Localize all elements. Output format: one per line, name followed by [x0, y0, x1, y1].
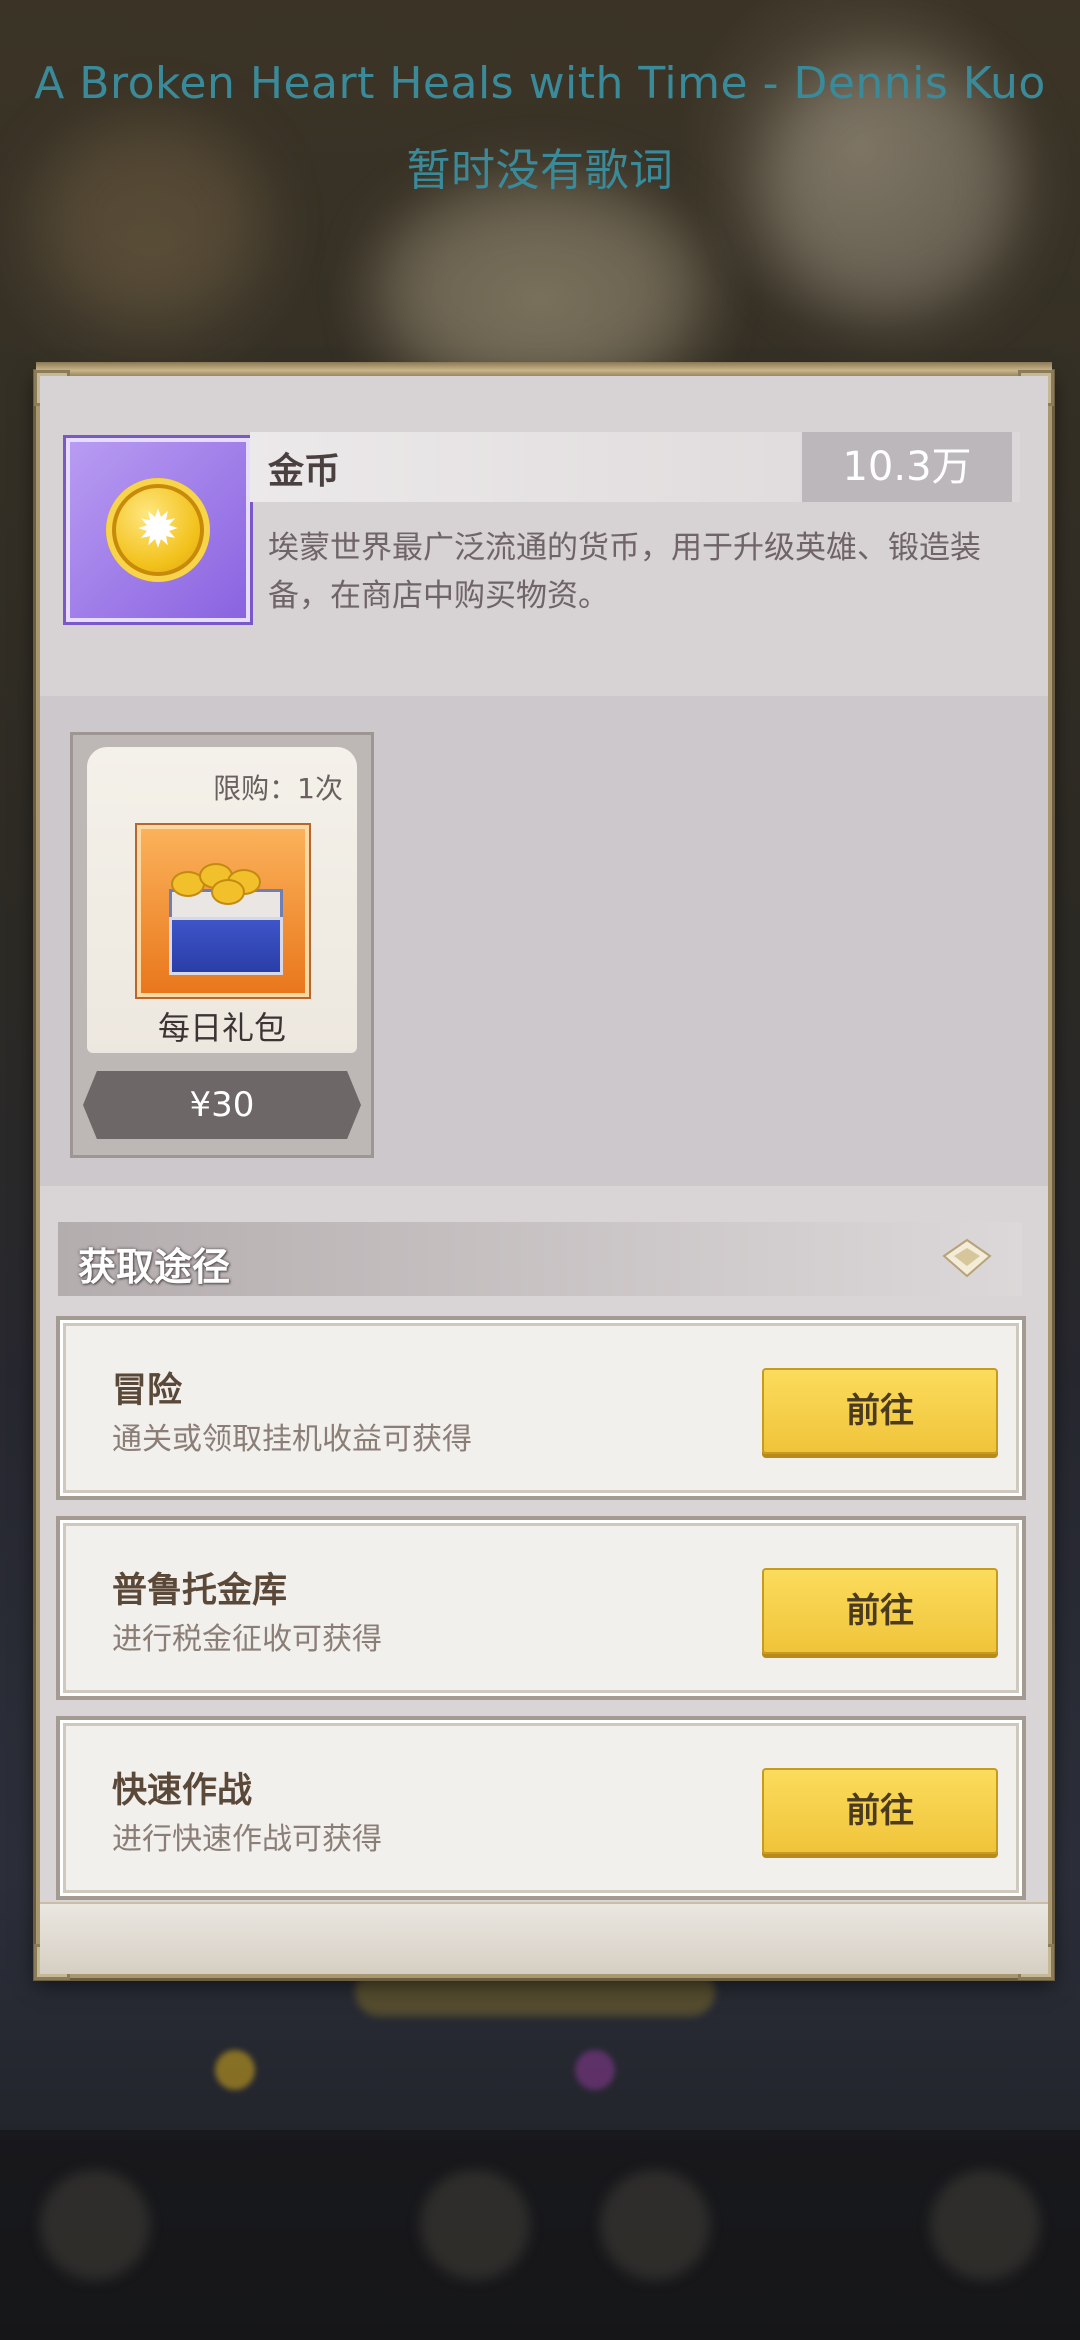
go-button-adventure[interactable]: 前往: [762, 1368, 998, 1454]
item-description: 埃蒙世界最广泛流通的货币，用于升级英雄、锻造装备，在商店中购买物资。: [268, 530, 981, 614]
item-quantity: 10.3万: [802, 432, 1012, 502]
daily-pack-card[interactable]: 限购：1次 每日礼包 ¥30: [70, 732, 374, 1158]
source-title: 冒险: [112, 1371, 183, 1411]
lyric-line: 暂时没有歌词: [406, 145, 674, 196]
background-bottom-nav: [0, 2130, 1080, 2340]
source-row-adventure: 冒险 通关或领取挂机收益可获得 前往: [56, 1316, 1026, 1500]
acquire-sources-header: 获取途径: [58, 1222, 1022, 1296]
source-title: 快速作战: [112, 1771, 253, 1811]
item-detail-panel: ✹ 金币 10.3万 埃蒙世界最广泛流通的货币，用于升级英雄、锻造装备，在商店中…: [34, 362, 1054, 1980]
acquire-sources-section: 获取途径 冒险 通关或领取挂机收益可获得 前往 普鲁托金库 进行税金征收可获得 …: [40, 1186, 1048, 1974]
source-row-pluto-vault: 普鲁托金库 进行税金征收可获得 前往: [56, 1516, 1026, 1700]
shop-section: 限购：1次 每日礼包 ¥30: [40, 696, 1048, 1186]
item-icon-frame: ✹: [66, 438, 250, 622]
background-dot: [575, 2050, 615, 2090]
lyric-song-title: A Broken Heart Heals with Time - Dennis …: [34, 58, 1046, 109]
treasure-chest-icon: [137, 825, 309, 997]
gold-coin-icon: ✹: [106, 478, 210, 582]
background-dot: [215, 2050, 255, 2090]
item-info-section: ✹ 金币 10.3万 埃蒙世界最广泛流通的货币，用于升级英雄、锻造装备，在商店中…: [40, 376, 1048, 696]
source-description: 进行税金征收可获得: [112, 1622, 382, 1657]
source-row-quick-battle: 快速作战 进行快速作战可获得 前往: [56, 1716, 1026, 1900]
go-button-quick-battle[interactable]: 前往: [762, 1768, 998, 1854]
item-name: 金币: [268, 451, 341, 492]
pack-price-button[interactable]: ¥30: [83, 1071, 361, 1139]
pack-card-inner: 限购：1次 每日礼包: [87, 747, 357, 1053]
go-button-pluto-vault[interactable]: 前往: [762, 1568, 998, 1654]
source-description: 进行快速作战可获得: [112, 1822, 382, 1857]
pack-name: 每日礼包: [157, 1009, 286, 1047]
acquire-sources-title: 获取途径: [78, 1245, 231, 1289]
panel-footer-decoration: [40, 1902, 1048, 1974]
source-title: 普鲁托金库: [112, 1571, 288, 1611]
source-description: 通关或领取挂机收益可获得: [112, 1422, 472, 1457]
diamond-emblem-icon: [942, 1238, 992, 1278]
purchase-limit: 限购：1次: [213, 772, 343, 805]
